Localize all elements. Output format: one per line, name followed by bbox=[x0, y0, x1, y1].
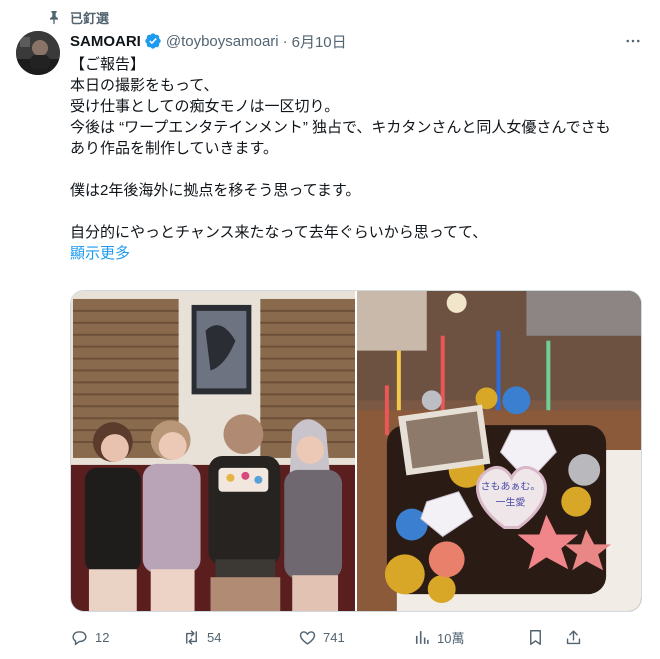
author-name[interactable]: SAMOARI bbox=[70, 33, 141, 50]
pinned-indicator: 已釘選 bbox=[46, 8, 109, 26]
post-line: 今後は “ワープエンタテインメント” 独占で、キカタンさんと同人女優さんでさも bbox=[70, 119, 611, 136]
pin-icon bbox=[50, 11, 58, 25]
post-line: 本日の撮影をもって、 bbox=[70, 77, 219, 94]
post-line: 自分的にやっとチャンス来たなって去年ぐらいから思ってて、 bbox=[70, 224, 488, 241]
reply-count: 12 bbox=[95, 629, 110, 645]
tweet-header: SAMOARI @toyboysamoari · 6月10日 bbox=[70, 30, 644, 52]
media-grid: さもあぁむ。 一生愛 bbox=[70, 290, 642, 612]
post-line: 受け仕事としての痴女モノは一区切り。 bbox=[70, 98, 340, 115]
post-line: あり作品を制作していきます。 bbox=[70, 140, 279, 157]
views-count: 10萬 bbox=[437, 630, 465, 646]
bookmark-icon bbox=[530, 629, 541, 645]
action-bar: 12 54 741 10萬 bbox=[70, 625, 645, 649]
cake-plaque-text: さもあぁむ。 bbox=[481, 481, 541, 493]
show-more-link[interactable]: 顯示更多 bbox=[70, 243, 645, 264]
bookmark-button[interactable] bbox=[526, 628, 564, 647]
group-photo[interactable] bbox=[71, 291, 355, 611]
verified-badge-icon bbox=[145, 33, 161, 49]
post-line: 僕は2年後海外に拠点を移そう思ってます。 bbox=[70, 182, 361, 199]
like-count: 741 bbox=[323, 629, 345, 645]
reply-icon bbox=[72, 630, 87, 646]
share-icon bbox=[566, 629, 581, 644]
post-date[interactable]: 6月10日 bbox=[292, 31, 347, 52]
author-handle[interactable]: @toyboysamoari bbox=[166, 33, 279, 50]
pinned-label: 已釘選 bbox=[70, 10, 110, 26]
views-icon bbox=[415, 630, 429, 644]
separator-dot: · bbox=[282, 32, 288, 50]
cake-photo[interactable]: さもあぁむ。 一生愛 bbox=[357, 291, 641, 611]
cake-plaque-text: 一生愛 bbox=[496, 496, 526, 509]
repost-icon bbox=[186, 629, 197, 645]
post-text: 【ご報告】 本日の撮影をもって、 受け仕事としての痴女モノは一区切り。 今後は … bbox=[70, 54, 645, 264]
repost-button[interactable]: 54 bbox=[182, 628, 298, 647]
post-line: 【ご報告】 bbox=[70, 56, 146, 73]
share-button[interactable] bbox=[564, 628, 588, 647]
repost-count: 54 bbox=[207, 629, 222, 645]
like-button[interactable]: 741 bbox=[298, 628, 412, 647]
like-icon bbox=[299, 630, 316, 645]
avatar[interactable] bbox=[16, 31, 60, 75]
more-icon[interactable] bbox=[622, 30, 644, 52]
reply-button[interactable]: 12 bbox=[70, 628, 182, 647]
views-button[interactable]: 10萬 bbox=[412, 628, 526, 647]
